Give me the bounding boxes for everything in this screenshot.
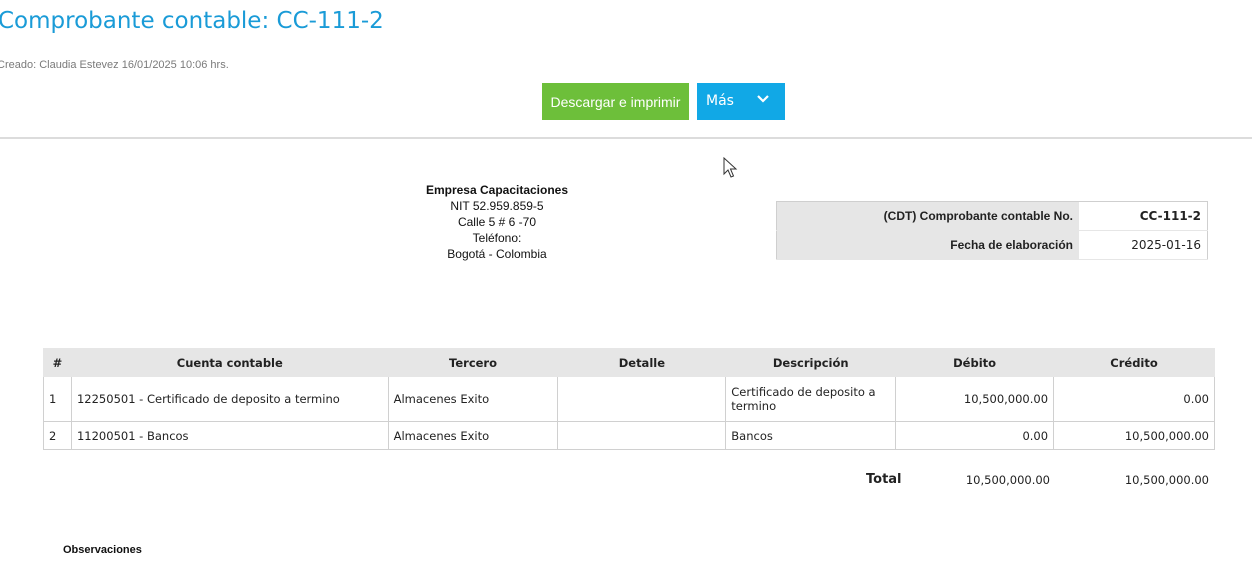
- row-account: 11200501 - Bancos: [70, 421, 389, 450]
- column-header-detail: Detalle: [557, 348, 727, 377]
- total-label: Total: [866, 472, 902, 487]
- voucher-number-row: (CDT) Comprobante contable No. CC-111-2: [776, 201, 1208, 231]
- column-header-description: Descripción: [725, 348, 897, 377]
- row-debit: 0.00: [895, 421, 1055, 450]
- voucher-date-value: 2025-01-16: [1079, 230, 1208, 260]
- voucher-number-label: (CDT) Comprobante contable No.: [776, 201, 1079, 231]
- voucher-info-table: (CDT) Comprobante contable No. CC-111-2 …: [776, 201, 1208, 260]
- company-name: Empresa Capacitaciones: [425, 183, 569, 197]
- total-debit: 10,500,000.00: [965, 473, 1050, 487]
- row-credit: 0.00: [1053, 376, 1215, 422]
- table-row: 2 11200501 - Bancos Almacenes Exito Banc…: [43, 421, 1215, 450]
- row-credit: 10,500,000.00: [1053, 421, 1215, 450]
- company-address: Calle 5 # 6 -70: [457, 215, 537, 229]
- row-description: Bancos: [725, 421, 897, 450]
- row-third-party: Almacenes Exito: [387, 376, 559, 422]
- company-nit: NIT 52.959.859-5: [450, 199, 544, 213]
- table-row: 1 12250501 - Certificado de deposito a t…: [43, 376, 1215, 422]
- row-detail: [557, 376, 727, 422]
- created-info: Creado: Claudia Estevez 16/01/2025 10:06…: [0, 59, 229, 71]
- page-title: Comprobante contable: CC-111-2: [0, 8, 384, 34]
- download-print-button[interactable]: Descargar e imprimir: [542, 83, 689, 120]
- row-account: 12250501 - Certificado de deposito a ter…: [70, 376, 389, 422]
- table-header-row: # Cuenta contable Tercero Detalle Descri…: [43, 348, 1215, 377]
- row-third-party: Almacenes Exito: [387, 421, 559, 450]
- observations-heading: Observaciones: [63, 544, 142, 556]
- company-info: Empresa Capacitaciones NIT 52.959.859-5 …: [397, 182, 597, 262]
- column-header-third-party: Tercero: [387, 348, 559, 377]
- row-description: Certificado de deposito a termino: [725, 376, 897, 422]
- row-number: 2: [43, 421, 72, 450]
- more-label: Más: [706, 93, 734, 109]
- column-header-account: Cuenta contable: [70, 348, 389, 377]
- company-phone: Teléfono:: [472, 231, 522, 245]
- total-credit: 10,500,000.00: [1124, 473, 1209, 487]
- company-city: Bogotá - Colombia: [447, 247, 547, 261]
- header-divider: [0, 137, 1252, 139]
- mouse-cursor-icon: [723, 157, 738, 178]
- voucher-date-label: Fecha de elaboración: [776, 230, 1079, 260]
- entries-table: # Cuenta contable Tercero Detalle Descri…: [43, 348, 1215, 450]
- column-header-debit: Débito: [895, 348, 1055, 377]
- row-number: 1: [43, 376, 72, 422]
- row-debit: 10,500,000.00: [895, 376, 1055, 422]
- voucher-number-value: CC-111-2: [1079, 201, 1208, 231]
- column-header-number: #: [43, 348, 72, 377]
- column-header-credit: Crédito: [1053, 348, 1215, 377]
- row-detail: [557, 421, 727, 450]
- voucher-date-row: Fecha de elaboración 2025-01-16: [776, 230, 1208, 260]
- more-dropdown-button[interactable]: Más: [697, 83, 785, 120]
- chevron-down-icon: [757, 95, 769, 103]
